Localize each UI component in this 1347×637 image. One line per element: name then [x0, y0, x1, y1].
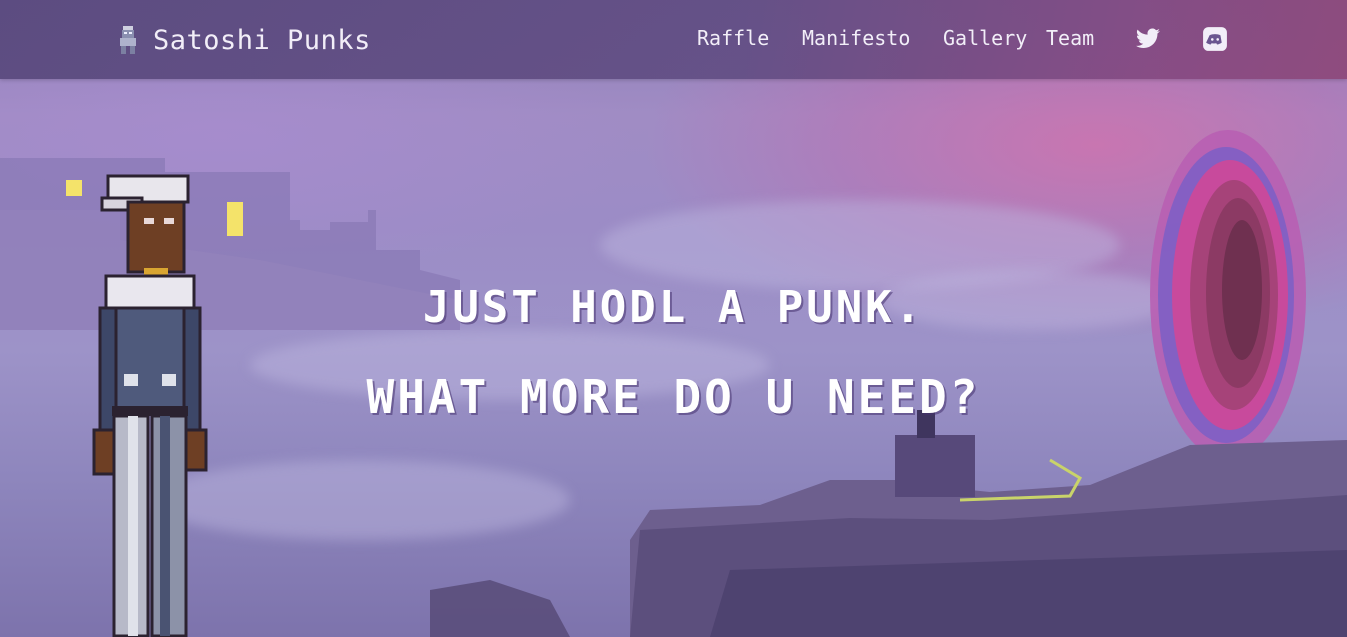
lit-window: [66, 180, 82, 196]
nav-link-raffle[interactable]: Raffle: [697, 26, 769, 50]
hero-headline-line1: JUST HODL A PUNK.: [422, 282, 925, 333]
nav-link-team[interactable]: Team: [1046, 26, 1094, 50]
top-nav: Satoshi Punks Raffle Manifesto Gallery T…: [0, 0, 1347, 79]
lit-window: [227, 202, 243, 236]
nav-link-gallery[interactable]: Gallery: [943, 26, 1027, 50]
nav-link-manifesto[interactable]: Manifesto: [802, 26, 910, 50]
hero-section: Satoshi Punks Raffle Manifesto Gallery T…: [0, 0, 1347, 637]
rock-cliff: [430, 410, 1347, 637]
hero-headline-line2: WHAT MORE DO U NEED?: [366, 370, 981, 424]
discord-icon[interactable]: [1202, 26, 1228, 52]
twitter-icon[interactable]: [1135, 26, 1161, 52]
